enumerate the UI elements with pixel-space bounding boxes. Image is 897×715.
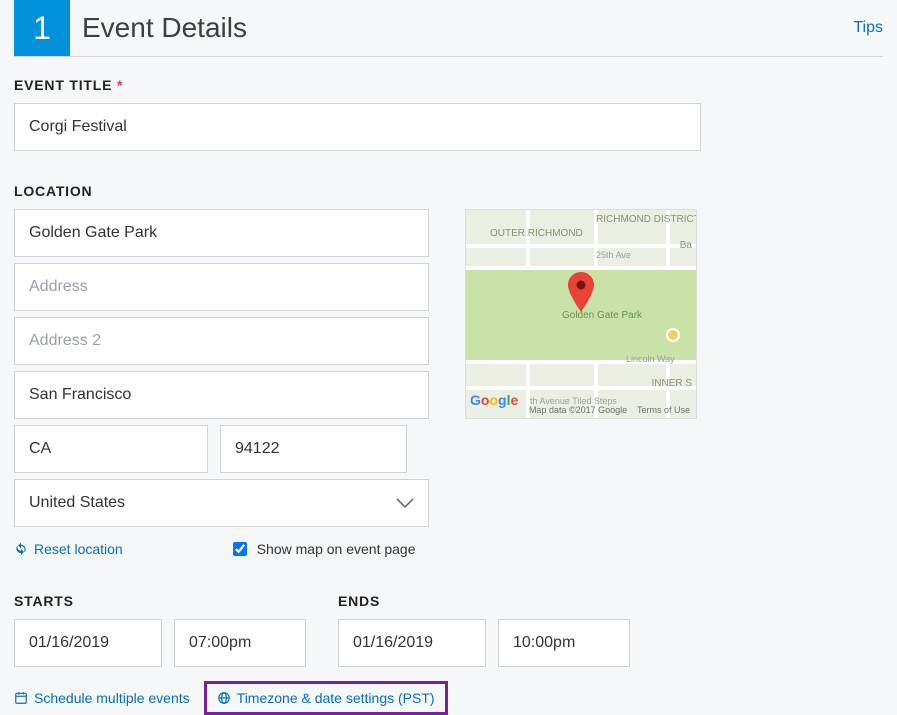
section-header: 1 Event Details Tips bbox=[14, 0, 883, 57]
map-credit-data: Map data ©2017 Google bbox=[529, 405, 627, 415]
show-map-checkbox[interactable] bbox=[233, 542, 247, 556]
show-map-toggle[interactable]: Show map on event page bbox=[233, 541, 416, 557]
starts-column: STARTS bbox=[14, 583, 306, 667]
city-input[interactable] bbox=[14, 371, 429, 419]
map-label-outer-richmond: OUTER RICHMOND bbox=[490, 228, 583, 239]
bottom-links-row: Schedule multiple events Timezone & date… bbox=[14, 681, 883, 715]
refresh-icon bbox=[14, 542, 28, 556]
datetime-row: STARTS ENDS bbox=[14, 583, 883, 667]
start-time-input[interactable] bbox=[174, 619, 306, 667]
calendar-icon bbox=[14, 691, 28, 705]
map-poi-icon bbox=[666, 328, 680, 342]
show-map-label: Show map on event page bbox=[257, 541, 416, 557]
required-asterisk: * bbox=[117, 77, 123, 93]
start-date-input[interactable] bbox=[14, 619, 162, 667]
end-date-input[interactable] bbox=[338, 619, 486, 667]
map-marker-icon bbox=[568, 272, 594, 312]
google-logo: Google bbox=[470, 392, 518, 408]
map-label-ba: Ba bbox=[680, 240, 692, 251]
timezone-highlight-box: Timezone & date settings (PST) bbox=[204, 681, 448, 715]
tips-link[interactable]: Tips bbox=[853, 19, 883, 37]
zip-input[interactable] bbox=[220, 425, 407, 473]
address2-input[interactable] bbox=[14, 317, 429, 365]
venue-input[interactable] bbox=[14, 209, 429, 257]
state-zip-row bbox=[14, 425, 429, 473]
event-title-label: EVENT TITLE * bbox=[14, 77, 883, 93]
map-label-inner-s: INNER S bbox=[651, 378, 692, 389]
location-label: LOCATION bbox=[14, 183, 883, 199]
reset-location-label: Reset location bbox=[34, 541, 123, 557]
starts-label: STARTS bbox=[14, 593, 306, 609]
map-credit: Map data ©2017 Google Terms of Use bbox=[529, 405, 690, 416]
ends-column: ENDS bbox=[338, 583, 630, 667]
schedule-multiple-label: Schedule multiple events bbox=[34, 690, 190, 706]
end-time-input[interactable] bbox=[498, 619, 630, 667]
step-number-badge: 1 bbox=[14, 0, 70, 56]
state-input[interactable] bbox=[14, 425, 208, 473]
address-input[interactable] bbox=[14, 263, 429, 311]
reset-location-link[interactable]: Reset location bbox=[14, 541, 123, 557]
location-block: Reset location Show map on event page OU… bbox=[14, 209, 883, 557]
timezone-settings-label: Timezone & date settings (PST) bbox=[237, 690, 435, 706]
location-fields-column: Reset location Show map on event page bbox=[14, 209, 429, 557]
event-title-label-text: EVENT TITLE bbox=[14, 77, 112, 93]
location-footer: Reset location Show map on event page bbox=[14, 541, 429, 557]
country-select[interactable] bbox=[14, 479, 429, 527]
event-title-input[interactable] bbox=[14, 103, 701, 151]
location-map[interactable]: OUTER RICHMOND RICHMOND DISTRICT Ba 25th… bbox=[465, 209, 697, 419]
timezone-settings-link[interactable]: Timezone & date settings (PST) bbox=[217, 690, 435, 706]
map-background: OUTER RICHMOND RICHMOND DISTRICT Ba 25th… bbox=[466, 210, 696, 418]
globe-icon bbox=[217, 691, 231, 705]
map-label-lincoln: Lincoln Way bbox=[626, 354, 675, 364]
map-credit-terms[interactable]: Terms of Use bbox=[637, 405, 690, 415]
schedule-multiple-link[interactable]: Schedule multiple events bbox=[14, 690, 190, 706]
ends-label: ENDS bbox=[338, 593, 630, 609]
map-label-richmond-district: RICHMOND DISTRICT bbox=[596, 214, 697, 225]
country-select-wrap bbox=[14, 479, 429, 527]
section-title: Event Details bbox=[82, 12, 247, 44]
map-label-25th: 25th Ave bbox=[596, 250, 631, 260]
